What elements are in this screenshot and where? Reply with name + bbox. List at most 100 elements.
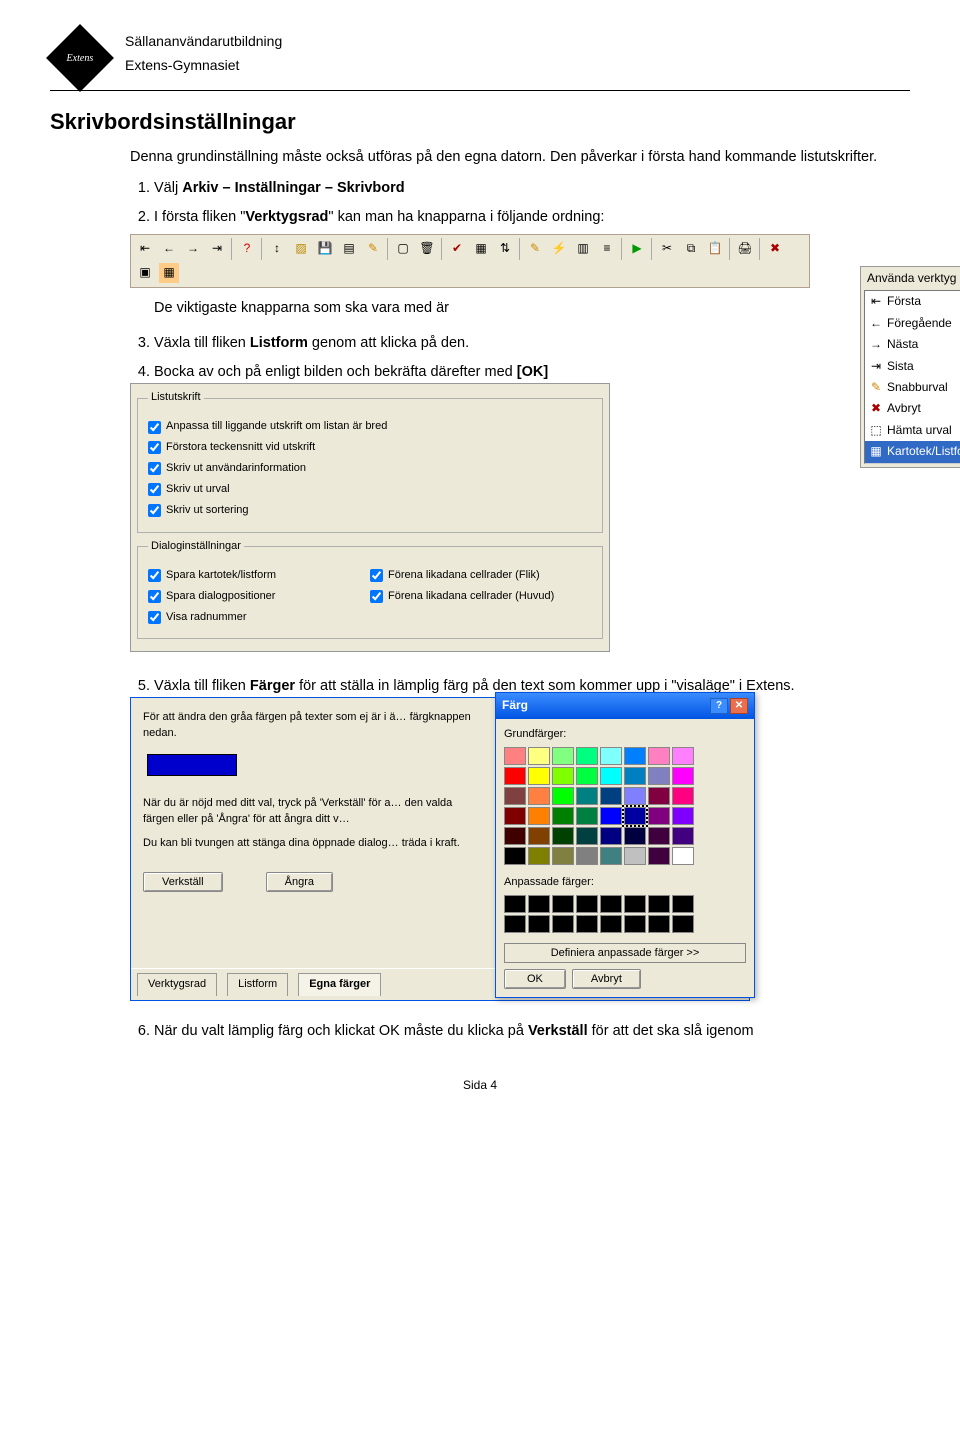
tab-verktygsrad[interactable]: Verktygsrad	[137, 973, 217, 996]
color-cell[interactable]	[672, 847, 694, 865]
logo-icon: Extens	[46, 24, 114, 92]
tab-egna-farger[interactable]: Egna färger	[298, 973, 381, 996]
listutskrift-panel: Listutskrift Anpassa till liggande utskr…	[130, 383, 610, 652]
color-cell[interactable]	[672, 827, 694, 845]
color-cell[interactable]	[504, 747, 526, 765]
custom-color-cell[interactable]	[576, 915, 598, 933]
custom-color-cell[interactable]	[624, 915, 646, 933]
color-cell[interactable]	[576, 787, 598, 805]
color-cell[interactable]	[504, 787, 526, 805]
ck-forena-flik[interactable]	[370, 569, 383, 582]
color-cell[interactable]	[552, 827, 574, 845]
color-cell[interactable]	[576, 747, 598, 765]
color-cell[interactable]	[528, 807, 550, 825]
color-cell[interactable]	[528, 767, 550, 785]
custom-color-cell[interactable]	[600, 915, 622, 933]
close-titlebar-button[interactable]: ✕	[730, 698, 748, 714]
panel-item-kartotek[interactable]: ▦Kartotek/Listform	[865, 441, 960, 462]
color-cell[interactable]	[504, 827, 526, 845]
color-cell[interactable]	[648, 747, 670, 765]
color-cell[interactable]	[600, 747, 622, 765]
color-cell[interactable]	[624, 747, 646, 765]
color-cell[interactable]	[600, 847, 622, 865]
color-cell[interactable]	[624, 847, 646, 865]
ck-anpassa[interactable]	[148, 421, 161, 434]
color-cell[interactable]	[576, 827, 598, 845]
color-swatch-button[interactable]	[147, 754, 237, 776]
custom-color-cell[interactable]	[672, 895, 694, 913]
custom-color-cell[interactable]	[552, 895, 574, 913]
color-cell[interactable]	[552, 807, 574, 825]
color-cell[interactable]	[552, 747, 574, 765]
panel-item-snabburval[interactable]: ✎Snabburval	[865, 377, 960, 398]
bolt-icon: ⚡	[548, 238, 570, 260]
ck-anvandarinfo[interactable]	[148, 462, 161, 475]
basic-colors-grid	[504, 747, 746, 865]
color-cell[interactable]	[624, 787, 646, 805]
color-cell[interactable]	[552, 767, 574, 785]
ck-urval[interactable]	[148, 483, 161, 496]
custom-color-cell[interactable]	[504, 915, 526, 933]
color-cell[interactable]	[600, 807, 622, 825]
color-cell[interactable]	[648, 847, 670, 865]
custom-color-cell[interactable]	[648, 895, 670, 913]
custom-color-cell[interactable]	[648, 915, 670, 933]
color-cell[interactable]	[648, 787, 670, 805]
color-cell[interactable]	[576, 847, 598, 865]
ck-forstora[interactable]	[148, 441, 161, 454]
color-cell[interactable]	[528, 827, 550, 845]
custom-color-cell[interactable]	[528, 915, 550, 933]
color-cell[interactable]	[504, 847, 526, 865]
ck-spara-kartotek[interactable]	[148, 569, 161, 582]
panel-item-sista[interactable]: ⇥Sista	[865, 356, 960, 377]
color-cell[interactable]	[552, 847, 574, 865]
color-cell[interactable]	[672, 787, 694, 805]
color-cell[interactable]	[648, 767, 670, 785]
color-cell[interactable]	[576, 807, 598, 825]
panel-item-nasta[interactable]: →Nästa	[865, 334, 960, 355]
color-cell[interactable]	[624, 767, 646, 785]
angra-button[interactable]: Ångra	[266, 872, 333, 892]
help-icon: ?	[236, 238, 258, 260]
color-cell[interactable]	[504, 767, 526, 785]
help-titlebar-button[interactable]: ?	[710, 698, 728, 714]
color-cell[interactable]	[552, 787, 574, 805]
panel-item-foregaende[interactable]: ←Föregående	[865, 313, 960, 334]
avbryt-button[interactable]: Avbryt	[572, 969, 641, 989]
color-cell[interactable]	[672, 807, 694, 825]
color-cell[interactable]	[600, 767, 622, 785]
color-cell[interactable]	[648, 827, 670, 845]
tab-listform[interactable]: Listform	[227, 973, 288, 996]
definiera-button[interactable]: Definiera anpassade färger >>	[504, 943, 746, 963]
ok-button[interactable]: OK	[504, 969, 566, 989]
card-icon: ▦	[158, 262, 180, 284]
color-cell[interactable]	[624, 807, 646, 825]
verkstall-button[interactable]: Verkställ	[143, 872, 223, 892]
color-cell[interactable]	[528, 747, 550, 765]
color-cell[interactable]	[600, 827, 622, 845]
custom-color-cell[interactable]	[672, 915, 694, 933]
ck-visa-radnummer[interactable]	[148, 611, 161, 624]
custom-color-cell[interactable]	[576, 895, 598, 913]
color-cell[interactable]	[648, 807, 670, 825]
custom-color-cell[interactable]	[624, 895, 646, 913]
custom-color-cell[interactable]	[552, 915, 574, 933]
color-cell[interactable]	[600, 787, 622, 805]
color-cell[interactable]	[624, 827, 646, 845]
panel-item-hamta[interactable]: ⬚Hämta urval	[865, 420, 960, 441]
color-cell[interactable]	[504, 807, 526, 825]
ck-spara-dialogpos[interactable]	[148, 590, 161, 603]
panel-item-forsta[interactable]: ⇤Första	[865, 291, 960, 312]
panel-item-avbryt[interactable]: ✖Avbryt	[865, 398, 960, 419]
wand2-icon: ✎	[524, 238, 546, 260]
color-cell[interactable]	[528, 787, 550, 805]
ck-sortering[interactable]	[148, 504, 161, 517]
custom-color-cell[interactable]	[600, 895, 622, 913]
color-cell[interactable]	[528, 847, 550, 865]
color-cell[interactable]	[576, 767, 598, 785]
ck-forena-huvud[interactable]	[370, 590, 383, 603]
custom-color-cell[interactable]	[504, 895, 526, 913]
color-cell[interactable]	[672, 767, 694, 785]
custom-color-cell[interactable]	[528, 895, 550, 913]
color-cell[interactable]	[672, 747, 694, 765]
